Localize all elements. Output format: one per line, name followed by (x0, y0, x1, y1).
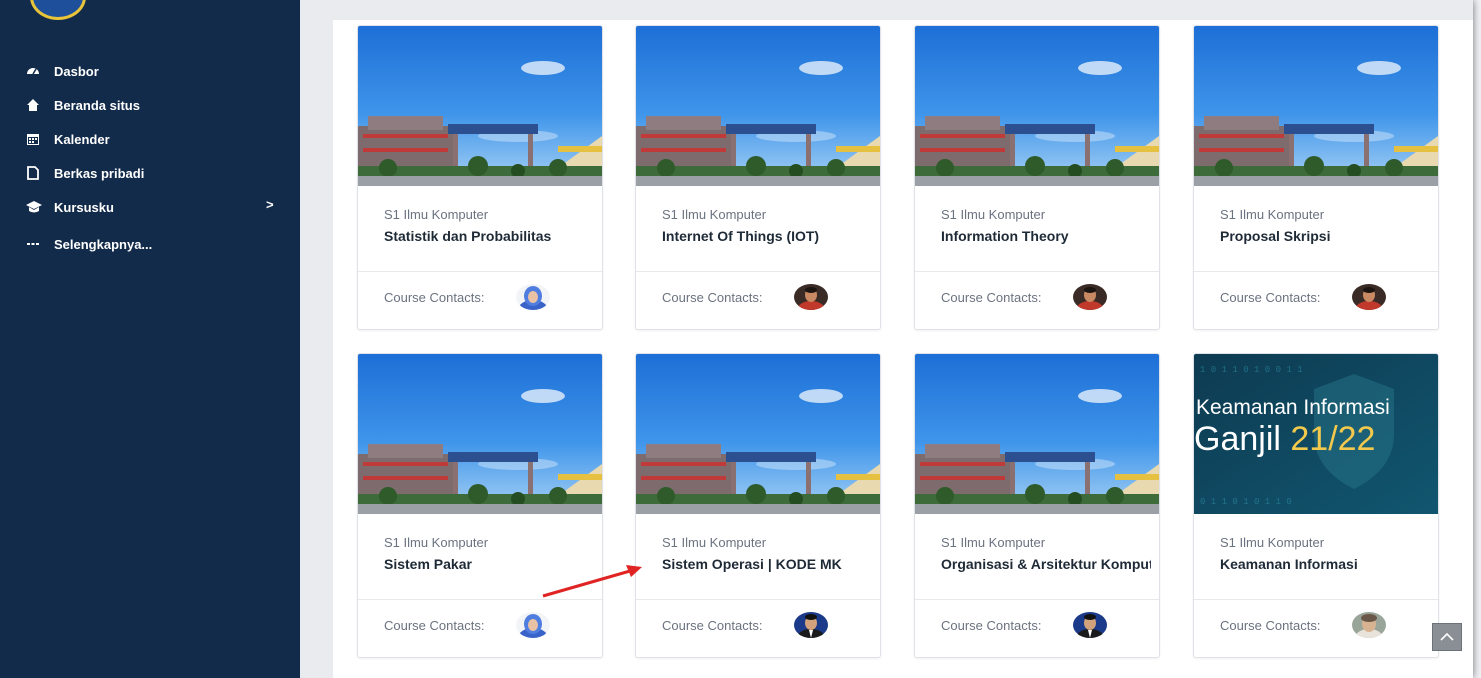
sidebar-item-berkas-pribadi[interactable]: Berkas pribadi (26, 163, 144, 183)
course-name[interactable]: Information Theory (941, 228, 1151, 244)
campus-image[interactable] (358, 26, 602, 186)
campus-image[interactable] (636, 354, 880, 514)
course-card[interactable]: S1 Ilmu Komputer Sistem Operasi | KODE M… (635, 353, 881, 658)
course-contacts-label: Course Contacts: (662, 618, 763, 633)
contact-avatar[interactable] (516, 612, 550, 638)
file-icon (26, 166, 40, 180)
chevron-right-icon[interactable]: > (266, 197, 274, 212)
course-category: S1 Ilmu Komputer (662, 535, 767, 550)
app-window: Dasbor Beranda situs Kalender Berkas pri… (0, 0, 1473, 678)
course-card[interactable]: 1 0 1 1 0 1 0 0 1 1 0 1 1 0 1 0 1 1 0 Ke… (1193, 353, 1439, 658)
contact-avatar[interactable] (794, 612, 828, 638)
course-card[interactable]: S1 Ilmu Komputer Organisasi & Arsitektur… (914, 353, 1160, 658)
course-category: S1 Ilmu Komputer (384, 535, 489, 550)
campus-image[interactable] (358, 354, 602, 514)
course-category: S1 Ilmu Komputer (1220, 535, 1325, 550)
course-name[interactable]: Keamanan Informasi (1220, 556, 1430, 572)
course-contacts-label: Course Contacts: (1220, 290, 1321, 305)
course-name[interactable]: Sistem Operasi | KODE MK (662, 556, 872, 572)
course-banner-image[interactable]: 1 0 1 1 0 1 0 0 1 1 0 1 1 0 1 0 1 1 0 Ke… (1194, 354, 1438, 514)
course-name[interactable]: Internet Of Things (IOT) (662, 228, 872, 244)
scroll-to-top-button[interactable] (1432, 623, 1462, 651)
course-category: S1 Ilmu Komputer (941, 207, 1046, 222)
campus-image[interactable] (1194, 26, 1438, 186)
card-divider (915, 271, 1159, 272)
contact-avatar[interactable] (516, 284, 550, 310)
card-divider (358, 271, 602, 272)
card-divider (1194, 271, 1438, 272)
sidebar-item-selengkapnya[interactable]: Selengkapnya... (26, 234, 152, 254)
course-contacts-label: Course Contacts: (384, 290, 485, 305)
svg-text:1 0 1 1 0 1 0 0 1 1: 1 0 1 1 0 1 0 0 1 1 (1200, 365, 1303, 375)
contact-avatar[interactable] (794, 284, 828, 310)
card-divider (636, 599, 880, 600)
university-logo (30, 0, 86, 20)
more-dots-icon (26, 237, 40, 251)
campus-image[interactable] (915, 354, 1159, 514)
contact-avatar[interactable] (1073, 612, 1107, 638)
course-name[interactable]: Organisasi & Arsitektur Komputer (941, 556, 1151, 572)
sidebar-item-dasbor[interactable]: Dasbor (26, 61, 99, 81)
course-category: S1 Ilmu Komputer (941, 535, 1046, 550)
campus-image[interactable] (915, 26, 1159, 186)
sidebar-item-beranda-situs[interactable]: Beranda situs (26, 95, 140, 115)
dashboard-icon (26, 64, 40, 78)
sidebar-item-label: Kursusku (54, 199, 114, 215)
banner-subtitle: Ganjil 21/22 (1194, 420, 1376, 458)
sidebar-item-label: Kalender (54, 131, 110, 147)
sidebar: Dasbor Beranda situs Kalender Berkas pri… (0, 0, 300, 678)
calendar-icon (26, 132, 40, 146)
course-name[interactable]: Proposal Skripsi (1220, 228, 1430, 244)
sidebar-item-label: Dasbor (54, 63, 99, 79)
home-icon (26, 98, 40, 112)
sidebar-item-kalender[interactable]: Kalender (26, 129, 110, 149)
sidebar-item-kursusku[interactable]: Kursusku > (26, 197, 274, 217)
campus-image[interactable] (636, 26, 880, 186)
card-divider (1194, 599, 1438, 600)
sidebar-item-label: Berkas pribadi (54, 165, 145, 181)
contact-avatar[interactable] (1073, 284, 1107, 310)
course-category: S1 Ilmu Komputer (662, 207, 767, 222)
course-category: S1 Ilmu Komputer (1220, 207, 1325, 222)
svg-text:0 1 1 0 1 0 1 1 0: 0 1 1 0 1 0 1 1 0 (1200, 497, 1292, 507)
course-name[interactable]: Statistik dan Probabilitas (384, 228, 594, 244)
course-card[interactable]: S1 Ilmu Komputer Information Theory Cour… (914, 25, 1160, 330)
course-contacts-label: Course Contacts: (941, 618, 1042, 633)
banner-title: Keamanan Informasi (1196, 396, 1390, 419)
sidebar-item-label: Selengkapnya... (54, 236, 153, 252)
contact-avatar[interactable] (1352, 612, 1386, 638)
course-contacts-label: Course Contacts: (941, 290, 1042, 305)
card-divider (915, 599, 1159, 600)
course-card[interactable]: S1 Ilmu Komputer Statistik dan Probabili… (357, 25, 603, 330)
contact-avatar[interactable] (1352, 284, 1386, 310)
course-card[interactable]: S1 Ilmu Komputer Sistem Pakar Course Con… (357, 353, 603, 658)
course-contacts-label: Course Contacts: (384, 618, 485, 633)
course-card[interactable]: S1 Ilmu Komputer Internet Of Things (IOT… (635, 25, 881, 330)
course-contacts-label: Course Contacts: (662, 290, 763, 305)
course-contacts-label: Course Contacts: (1220, 618, 1321, 633)
course-name[interactable]: Sistem Pakar (384, 556, 594, 572)
course-card[interactable]: S1 Ilmu Komputer Proposal Skripsi Course… (1193, 25, 1439, 330)
card-divider (636, 271, 880, 272)
card-divider (358, 599, 602, 600)
graduation-cap-icon (26, 200, 42, 214)
sidebar-item-label: Beranda situs (54, 97, 140, 113)
chevron-up-icon (1440, 628, 1454, 646)
course-category: S1 Ilmu Komputer (384, 207, 489, 222)
